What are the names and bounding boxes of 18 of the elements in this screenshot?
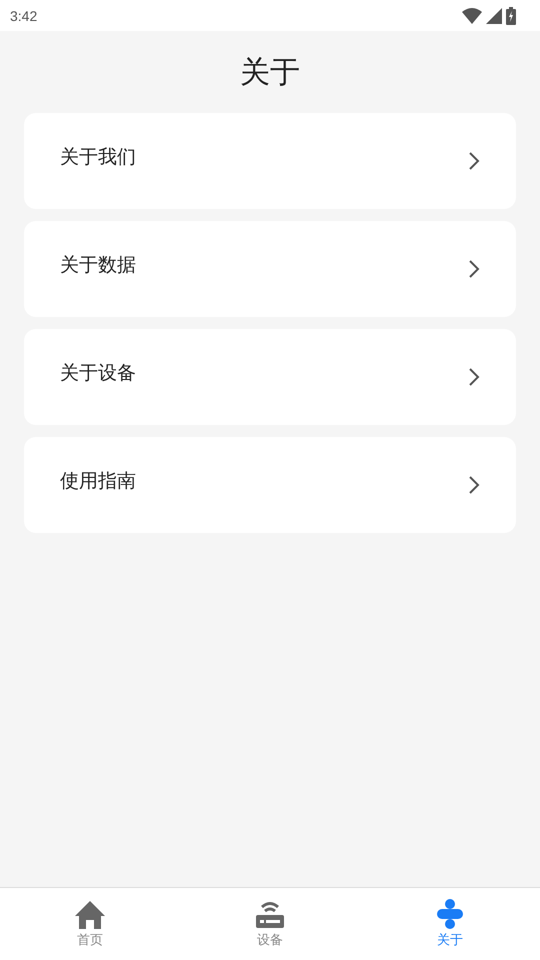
- chevron-right-icon: [468, 151, 480, 171]
- nav-tab[interactable]: 设备: [180, 888, 360, 960]
- menu-item[interactable]: 关于数据: [24, 221, 516, 317]
- chevron-right-icon: [468, 367, 480, 387]
- menu-item[interactable]: 关于我们: [24, 113, 516, 209]
- home-icon: [75, 899, 105, 929]
- chevron-right-icon: [468, 259, 480, 279]
- page-title: 关于: [239, 54, 301, 92]
- menu-item[interactable]: 关于设备: [24, 329, 516, 425]
- nav-tab[interactable]: 首页: [0, 888, 180, 960]
- battery-icon: [506, 6, 516, 24]
- chevron-right-icon: [468, 475, 480, 495]
- status-time: 3:42: [10, 8, 38, 24]
- signal-icon: [486, 8, 502, 24]
- wifi-icon: [462, 8, 482, 24]
- router-icon: [255, 899, 285, 929]
- menu-item[interactable]: 使用指南: [24, 437, 516, 533]
- nav-tab[interactable]: 关于: [360, 888, 540, 960]
